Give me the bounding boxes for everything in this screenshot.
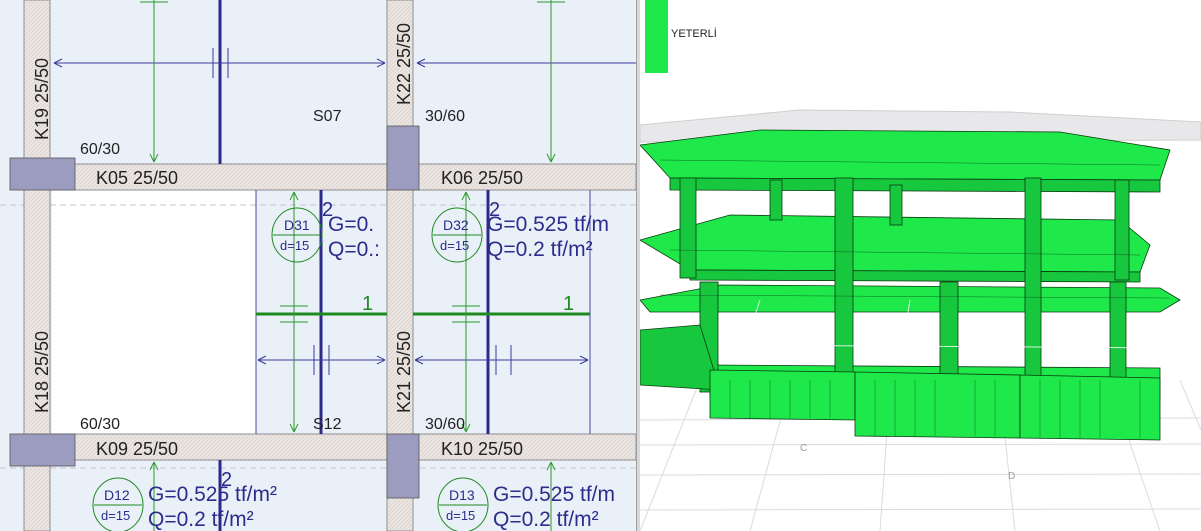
slab-depth: d=15 (446, 508, 475, 523)
slab-dead-load: G=0. (328, 213, 374, 236)
space-label-s07: S07 (313, 108, 342, 125)
3d-model-view[interactable]: YETERLİ C D (640, 0, 1201, 531)
grid-label-c: C (800, 443, 807, 454)
slab-live-load: Q=0.: (328, 238, 380, 261)
axis-label-1: 1 (362, 293, 373, 315)
column-size-label-d: 30/60 (425, 416, 465, 433)
beam-label-k10[interactable]: K10 25/50 (441, 439, 523, 459)
beam-label-k09[interactable]: K09 25/50 (96, 439, 178, 459)
column-60-30-bottom[interactable] (9, 433, 76, 467)
column-label-k18[interactable]: K18 25/50 (32, 331, 52, 413)
beam-label-k05[interactable]: K05 25/50 (96, 168, 178, 188)
column-size-label-b: 30/60 (425, 108, 465, 125)
slab-dead-load: G=0.525 tf/m (487, 213, 609, 236)
floor-plan-canvas[interactable]: K19 25/50 K22 25/50 K18 25/50 K21 25/50 … (0, 0, 636, 531)
slab-depth: d=15 (280, 238, 309, 253)
slab-depth: d=15 (440, 238, 469, 253)
column-label-k22[interactable]: K22 25/50 (394, 23, 414, 105)
slab-live-load: Q=0.2 tf/m² (493, 508, 599, 531)
grid-label-d: D (1008, 471, 1015, 482)
legend-label: YETERLİ (671, 27, 717, 40)
axis-label-1: 1 (563, 293, 574, 315)
legend-swatch (645, 0, 668, 73)
column-30-60-top[interactable] (386, 125, 420, 191)
slab-id: D31 (284, 217, 310, 233)
column-label-k21[interactable]: K21 25/50 (394, 331, 414, 413)
column-label-k19[interactable]: K19 25/50 (32, 58, 52, 140)
slab-id: D12 (104, 487, 130, 503)
floor-opening (52, 190, 256, 434)
slab-depth: d=15 (101, 508, 130, 523)
3d-model-canvas[interactable]: YETERLİ C D (640, 0, 1201, 531)
floor-plan-view[interactable]: K19 25/50 K22 25/50 K18 25/50 K21 25/50 … (0, 0, 636, 531)
slab-id: D32 (443, 217, 469, 233)
slab-id: D13 (449, 487, 475, 503)
space-label-s12: S12 (313, 416, 342, 433)
beam-label-k06[interactable]: K06 25/50 (441, 168, 523, 188)
column-30-60-bottom[interactable] (386, 433, 420, 499)
column-60-30-top[interactable] (9, 157, 76, 191)
slab-live-load: Q=0.2 tf/m² (148, 508, 254, 531)
slab-dead-load: G=0.525 tf/m (493, 483, 615, 506)
slab-dead-load: G=0.525 tf/m² (148, 483, 277, 506)
column-size-label-c: 60/30 (80, 416, 120, 433)
slab-live-load: Q=0.2 tf/m² (487, 238, 593, 261)
column-size-label-a: 60/30 (80, 141, 120, 158)
